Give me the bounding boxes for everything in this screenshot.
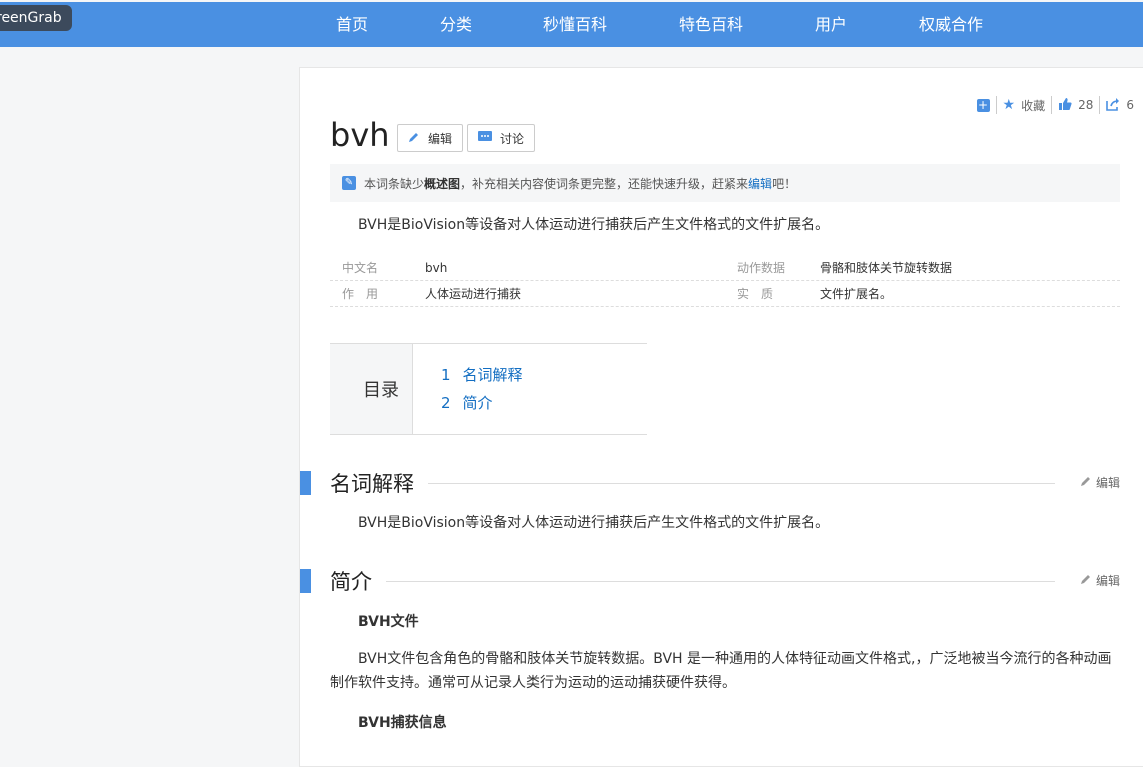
nav-home[interactable]: 首页 [336, 2, 368, 47]
table-of-contents: 目录 1 名词解释 2 简介 [330, 343, 647, 435]
basic-info-row: 作 用 人体运动进行捕获 实 质 文件扩展名。 [330, 281, 1120, 307]
add-button[interactable]: + [976, 97, 990, 112]
divider [995, 96, 997, 114]
info-key: 动作数据 [737, 261, 786, 275]
pencil-icon [1080, 475, 1092, 490]
notice-text: 本词条缺少概述图，补充相关内容使词条更完整，还能快速升级，赶紧来编辑吧！ [364, 175, 796, 192]
share-button[interactable]: 6 [1106, 97, 1134, 114]
like-button[interactable]: 28 [1058, 97, 1093, 114]
notice-bold: 概述图 [424, 176, 461, 191]
section-edit-label: 编辑 [1095, 574, 1120, 588]
info-key: 作 用 [342, 287, 379, 301]
section-edit-button[interactable]: 编辑 [1080, 572, 1120, 589]
section-divider [382, 581, 1055, 582]
top-navigation-bar: 首页 分类 秒懂百科 特色百科 用户 权威合作 [0, 2, 1143, 47]
thumbs-up-icon [1058, 97, 1072, 114]
subheading-bvh-file: BVH文件 [358, 614, 419, 630]
missing-image-notice: ✎ 本词条缺少概述图，补充相关内容使词条更完整，还能快速升级，赶紧来编辑吧！ [330, 164, 1120, 202]
section-edit-label: 编辑 [1095, 476, 1120, 490]
toc-title: 目录 [330, 344, 413, 434]
info-key: 实 质 [737, 287, 774, 301]
toc-item-number: 1 [441, 366, 451, 384]
content-card: + ★ 收藏 28 6 bvh 编辑 讨论 ✎ 本词条缺少概述图，补充相关内容使… [299, 67, 1143, 767]
edit-label: 编辑 [428, 131, 453, 146]
info-value: 人体运动进行捕获 [425, 287, 522, 301]
info-key: 中文名 [342, 261, 379, 275]
edit-notice-icon: ✎ [342, 176, 356, 190]
notice-mid: ，补充相关内容使词条更完整，还能快速升级，赶紧来 [460, 176, 749, 191]
section-divider [425, 483, 1055, 484]
toc-item-label: 名词解释 [462, 366, 523, 384]
add-square-icon: + [976, 97, 990, 112]
info-value: 文件扩展名。 [820, 287, 893, 301]
discuss-button[interactable]: 讨论 [467, 124, 536, 152]
toc-item-introduction[interactable]: 2 简介 [441, 392, 493, 413]
toolbar: + ★ 收藏 28 6 [976, 96, 1134, 114]
nav-user[interactable]: 用户 [815, 2, 847, 47]
nav-authority-cooperation[interactable]: 权威合作 [919, 2, 983, 47]
notice-edit-link[interactable]: 编辑 [748, 177, 772, 191]
screengrab-overlay-label[interactable]: reenGrab [0, 5, 72, 31]
nav-video-encyclopedia[interactable]: 秒懂百科 [543, 2, 607, 47]
pencil-icon [408, 131, 420, 146]
section-marker [300, 569, 311, 593]
collect-button[interactable]: ★ 收藏 [1003, 97, 1046, 114]
section-term-explanation: 名词解释 编辑 [300, 468, 1143, 498]
star-icon: ★ [1002, 97, 1016, 113]
divider [1099, 96, 1101, 114]
toc-item-term-explanation[interactable]: 1 名词解释 [441, 364, 523, 385]
notice-pre: 本词条缺少 [364, 176, 425, 191]
discuss-label: 讨论 [500, 131, 525, 146]
notice-post: 吧！ [772, 176, 797, 191]
like-count: 28 [1078, 98, 1094, 112]
section-title: 简介 [330, 566, 386, 596]
nav-category[interactable]: 分类 [440, 2, 472, 47]
share-icon [1106, 97, 1120, 114]
section-marker [300, 471, 311, 495]
section-introduction: 简介 编辑 [300, 566, 1143, 596]
divider [1051, 96, 1053, 114]
basic-info-row: 中文名 bvh 动作数据 骨骼和肢体关节旋转数据 [330, 255, 1120, 281]
intro-paragraph: BVH文件包含角色的骨骼和肢体关节旋转数据。BVH 是一种通用的人体特征动画文件… [330, 651, 1112, 691]
toc-item-label: 简介 [462, 394, 493, 412]
edit-button[interactable]: 编辑 [397, 124, 464, 152]
info-value: 骨骼和肢体关节旋转数据 [820, 261, 953, 275]
pencil-icon [1080, 573, 1092, 588]
term-explanation-paragraph: BVH是BioVision等设备对人体运动进行捕获后产生文件格式的文件扩展名。 [358, 515, 830, 531]
chat-bubble-icon [478, 130, 492, 146]
info-value: bvh [425, 260, 448, 275]
basic-info-table: 中文名 bvh 动作数据 骨骼和肢体关节旋转数据 作 用 人体运动进行捕获 实 … [330, 255, 1120, 307]
share-count: 6 [1126, 98, 1134, 112]
section-title: 名词解释 [330, 468, 428, 498]
nav-featured-encyclopedia[interactable]: 特色百科 [679, 2, 743, 47]
toc-item-number: 2 [441, 394, 451, 412]
summary-paragraph: BVH是BioVision等设备对人体运动进行捕获后产生文件格式的文件扩展名。 [358, 217, 830, 233]
subheading-bvh-capture-info: BVH捕获信息 [358, 715, 447, 731]
section-edit-button[interactable]: 编辑 [1080, 474, 1120, 491]
collect-label: 收藏 [1021, 98, 1046, 113]
page-title: bvh [330, 116, 390, 154]
